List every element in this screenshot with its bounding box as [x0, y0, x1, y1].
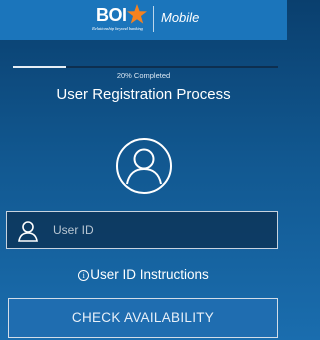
header-divider [153, 6, 154, 32]
progress-fill [13, 66, 66, 68]
check-availability-button[interactable]: CHECK AVAILABILITY [8, 298, 278, 338]
app-header: BOI Relationship beyond banking Mobile [0, 0, 287, 40]
user-id-instructions-link[interactable]: i User ID Instructions [0, 267, 287, 282]
info-icon: i [78, 270, 90, 281]
star-icon [127, 4, 147, 24]
logo-text: BOI [96, 5, 127, 25]
progress-label: 20% Completed [116, 71, 171, 80]
page-title: User Registration Process [56, 86, 231, 103]
registration-progress-bar [13, 66, 278, 68]
app-name: Mobile [161, 10, 200, 25]
user-id-field[interactable] [6, 211, 278, 249]
instructions-label: User ID Instructions [90, 267, 209, 282]
logo-tagline: Relationship beyond banking [92, 26, 143, 31]
user-icon [18, 221, 38, 242]
boi-logo: BOI Relationship beyond banking [90, 4, 150, 36]
user-id-input[interactable] [53, 212, 273, 248]
user-avatar-icon [116, 138, 172, 194]
